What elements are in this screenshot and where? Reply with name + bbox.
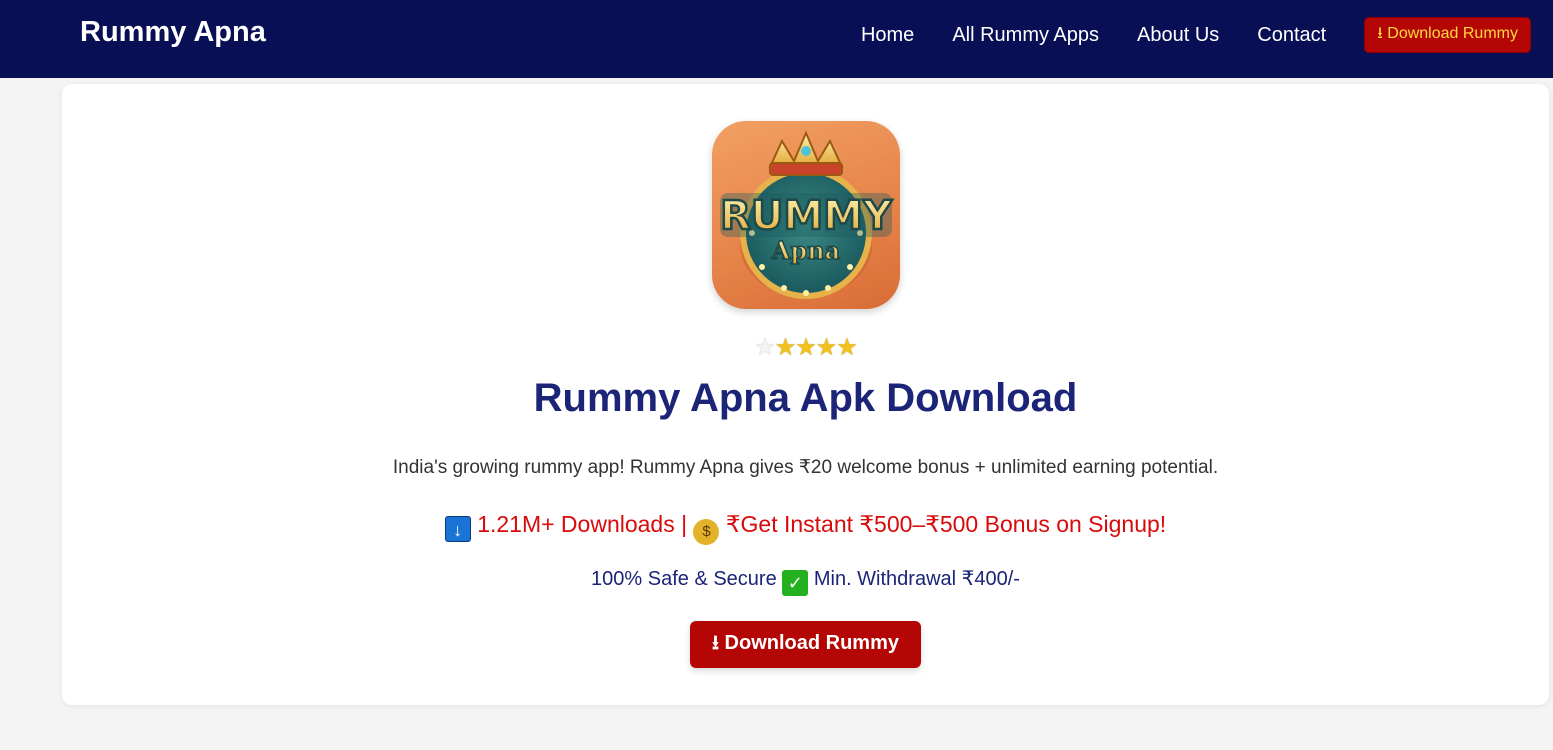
download-rummy-button[interactable]: ⭳ Download Rummy (690, 621, 921, 668)
safe-secure-text: 100% Safe & Secure (591, 568, 777, 590)
star-filled-icon: ★ (795, 334, 816, 361)
star-filled-icon: ★ (774, 334, 796, 361)
signup-bonus-text: ₹Get Instant ₹500–₹500 Bonus on Signup! (725, 511, 1167, 537)
svg-text:RUMMY: RUMMY (720, 193, 893, 239)
nav-link-all-rummy-apps[interactable]: All Rummy Apps (952, 24, 1099, 47)
page-title: Rummy Apna Apk Download (533, 376, 1078, 420)
brand-logo[interactable]: Rummy Apna (80, 16, 266, 49)
star-filled-icon: ★ (836, 334, 857, 361)
downloads-count: 1.21M+ Downloads | (477, 511, 688, 537)
header-download-button[interactable]: ⭳ Download Rummy (1364, 17, 1531, 53)
nav-link-contact[interactable]: Contact (1257, 24, 1326, 47)
hero-card: RUMMY Apna ★★★★★ Rummy Apna Apk Download… (62, 84, 1549, 705)
main-nav: Home All Rummy Apps About Us Contact ⭳ D… (861, 17, 1531, 53)
min-withdrawal-text: Min. Withdrawal ₹400/- (813, 568, 1020, 590)
site-header: Rummy Apna Home All Rummy Apps About Us … (0, 0, 1553, 78)
downloads-bonus-line: ↓ 1.21M+ Downloads | $ ₹Get Instant ₹500… (62, 511, 1549, 545)
rummy-apna-logo: RUMMY Apna (719, 130, 894, 299)
svg-text:Apna: Apna (771, 236, 840, 265)
star-rating: ★★★★★ (62, 333, 1549, 363)
check-mark-icon: ✓ (782, 570, 809, 596)
nav-link-home[interactable]: Home (861, 24, 914, 47)
safety-line: 100% Safe & Secure ✓ Min. Withdrawal ₹40… (62, 566, 1549, 596)
app-icon-image: RUMMY Apna (712, 121, 900, 309)
down-arrow-icon: ↓ (444, 516, 471, 542)
hero-description: India's growing rummy app! Rummy Apna gi… (392, 457, 1219, 478)
star-filled-icon: ★ (815, 334, 837, 361)
star-empty-icon: ★ (754, 334, 775, 361)
nav-link-about-us[interactable]: About Us (1137, 24, 1219, 47)
money-bag-icon: $ (693, 519, 720, 545)
